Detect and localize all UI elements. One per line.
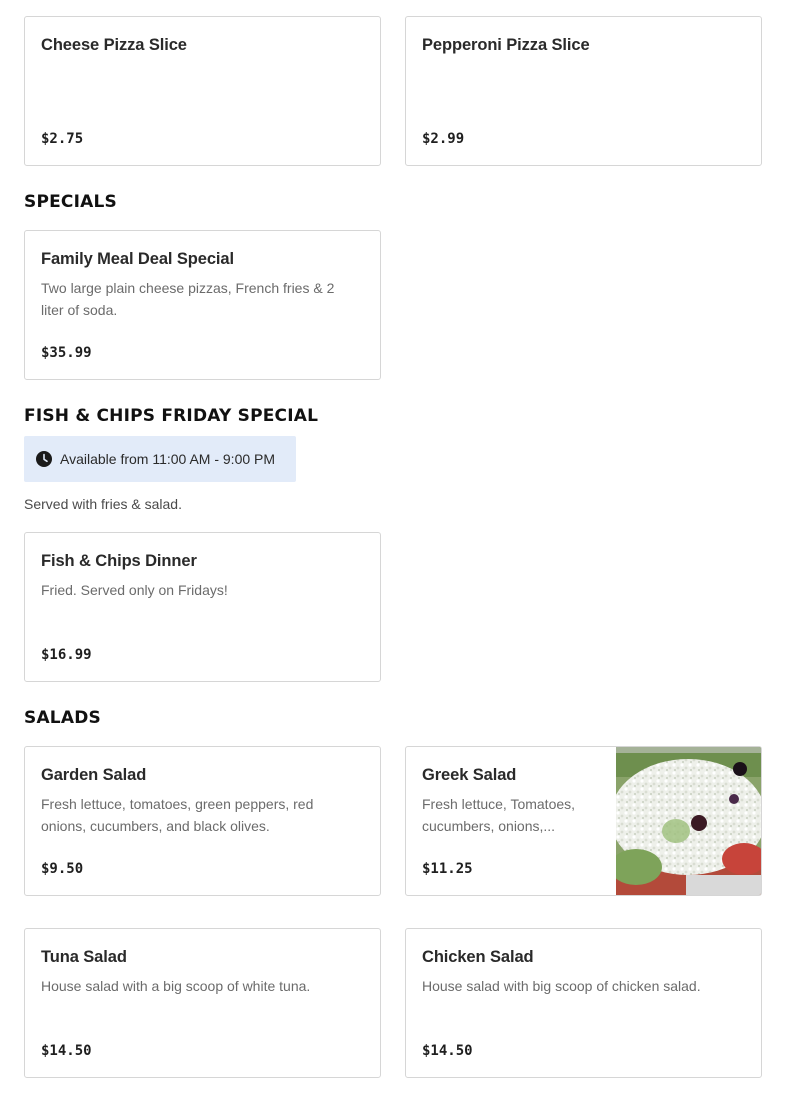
availability-badge: Available from 11:00 AM - 9:00 PM [24, 436, 296, 482]
menu-item-card[interactable]: Tuna Salad House salad with a big scoop … [24, 928, 381, 1078]
menu-item-name: Family Meal Deal Special [41, 250, 234, 268]
section-title-fish-chips: FISH & CHIPS FRIDAY SPECIAL [24, 406, 319, 426]
menu-item-price: $9.50 [41, 861, 84, 877]
menu-item-price: $14.50 [41, 1043, 92, 1059]
clock-icon [36, 451, 52, 467]
menu-item-name: Chicken Salad [422, 948, 534, 966]
menu-item-description: Fresh lettuce, tomatoes, green peppers, … [41, 796, 314, 834]
section-title-salads: SALADS [24, 708, 101, 728]
menu-item-card[interactable]: Family Meal Deal Special Two large plain… [24, 230, 381, 380]
menu-item-name: Garden Salad [41, 766, 147, 784]
menu-item-card[interactable]: Cheese Pizza Slice $2.75 [24, 16, 381, 166]
menu-item-card[interactable]: Greek Salad Fresh lettuce, Tomatoes, cuc… [405, 746, 762, 896]
menu-item-price: $16.99 [41, 647, 92, 663]
menu-item-name: Pepperoni Pizza Slice [422, 36, 590, 54]
menu-item-price: $14.50 [422, 1043, 473, 1059]
menu-item-card[interactable]: Fish & Chips Dinner Fried. Served only o… [24, 532, 381, 682]
section-title-specials: SPECIALS [24, 192, 117, 212]
greek-salad-photo[interactable] [616, 747, 761, 895]
menu-item-name: Greek Salad [422, 766, 517, 784]
menu-item-description: Fried. Served only on Fridays! [41, 582, 228, 598]
menu-item-price: $2.99 [422, 131, 465, 147]
menu-item-card[interactable]: Pepperoni Pizza Slice $2.99 [405, 16, 762, 166]
section-description: Served with fries & salad. [24, 496, 182, 512]
menu-item-name: Fish & Chips Dinner [41, 552, 197, 570]
menu-item-description: House salad with a big scoop of white tu… [41, 978, 311, 994]
menu-item-description: Fresh lettuce, Tomatoes, cucumbers, onio… [422, 796, 576, 834]
menu-item-price: $2.75 [41, 131, 84, 147]
menu-item-card[interactable]: Chicken Salad House salad with big scoop… [405, 928, 762, 1078]
availability-text: Available from 11:00 AM - 9:00 PM [60, 451, 276, 467]
menu-item-price: $35.99 [41, 345, 92, 361]
menu-item-name: Tuna Salad [41, 948, 127, 966]
menu-item-card[interactable]: Garden Salad Fresh lettuce, tomatoes, gr… [24, 746, 381, 896]
menu-item-description: Two large plain cheese pizzas, French fr… [41, 280, 335, 318]
menu-item-description: House salad with big scoop of chicken sa… [422, 978, 701, 994]
menu-item-name: Cheese Pizza Slice [41, 36, 187, 54]
menu-item-price: $11.25 [422, 861, 473, 877]
